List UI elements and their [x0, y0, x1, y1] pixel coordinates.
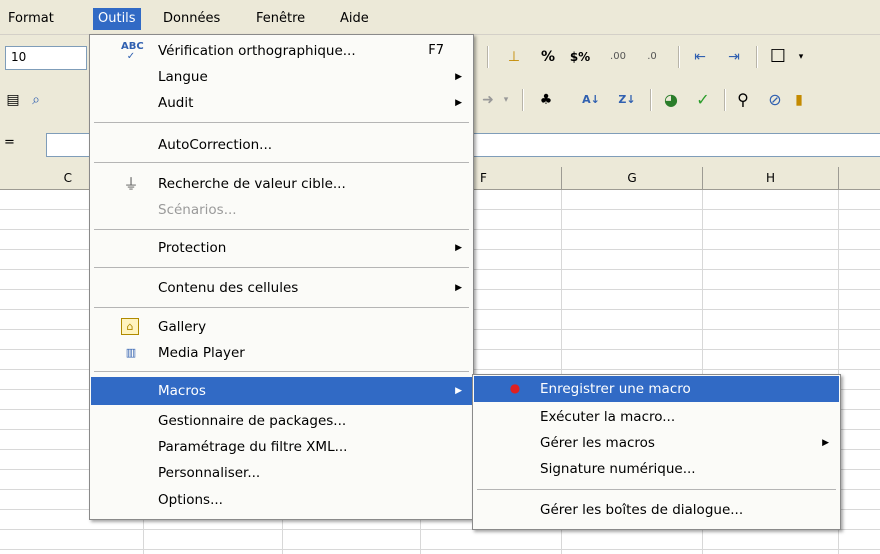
- menu-item-audit[interactable]: Audit ▶: [91, 91, 472, 115]
- toolbar-separator: [487, 46, 488, 68]
- menu-item-run-macro[interactable]: Exécuter la macro...: [474, 405, 839, 429]
- formula-prefix: =: [4, 135, 15, 150]
- menu-bar: Format Outils Données Fenêtre Aide: [0, 0, 880, 35]
- menu-item-digital-signature[interactable]: Signature numérique...: [474, 457, 839, 481]
- font-size-value: 10: [11, 50, 27, 64]
- menu-item-protection[interactable]: Protection ▶: [91, 236, 472, 260]
- borders-icon[interactable]: ☐: [764, 46, 792, 68]
- menu-item-spellcheck[interactable]: ABC ✓ Vérification orthographique... F7: [91, 39, 472, 63]
- redo-icon[interactable]: ➜: [478, 89, 498, 111]
- submenu-arrow-icon: ▶: [455, 283, 462, 293]
- chart-icon[interactable]: ◕: [658, 89, 684, 111]
- submenu-arrow-icon: ▶: [822, 438, 829, 448]
- delete-decimal-icon[interactable]: .0: [640, 46, 664, 68]
- draw-icon[interactable]: ✓: [690, 89, 716, 111]
- menu-item-scenarios[interactable]: Scénarios...: [91, 198, 472, 222]
- menu-item-xml-filter[interactable]: Paramétrage du filtre XML...: [91, 435, 472, 459]
- submenu-arrow-icon: ▶: [455, 98, 462, 108]
- redo-dropdown-icon[interactable]: ▾: [500, 89, 512, 111]
- menu-separator: [94, 267, 469, 268]
- percent-icon[interactable]: %: [536, 46, 560, 68]
- macros-submenu: ● Enregistrer une macro Exécuter la macr…: [472, 374, 841, 530]
- font-size-combo[interactable]: 10: [5, 46, 87, 70]
- chart-link-icon[interactable]: ♣: [532, 89, 560, 111]
- find-icon[interactable]: ⚲: [730, 89, 756, 111]
- gallery-icon: ⌂: [121, 318, 139, 335]
- menu-item-macros[interactable]: Macros ▶: [91, 377, 472, 405]
- submenu-arrow-icon: ▶: [455, 72, 462, 82]
- increase-indent-icon[interactable]: ⇥: [720, 46, 748, 68]
- menu-aide[interactable]: Aide: [335, 8, 374, 30]
- formula-input[interactable]: [472, 133, 880, 157]
- column-header-h[interactable]: H: [703, 167, 839, 189]
- menu-item-gallery[interactable]: ⌂ Gallery: [91, 315, 472, 339]
- sort-asc-icon[interactable]: A↓: [578, 89, 604, 111]
- menu-separator: [94, 307, 469, 308]
- menu-separator: [94, 162, 469, 163]
- spellcheck-icon: ABC ✓: [121, 41, 144, 62]
- menu-item-goal-seek[interactable]: ⏚ Recherche de valeur cible...: [91, 172, 472, 196]
- menu-item-media-player[interactable]: ▥ Media Player: [91, 341, 472, 365]
- toolbar-separator: [724, 89, 725, 111]
- menu-item-customize[interactable]: Personnaliser...: [91, 461, 472, 485]
- menu-separator: [477, 489, 836, 490]
- name-box[interactable]: [46, 133, 93, 157]
- menu-item-package-manager[interactable]: Gestionnaire de packages...: [91, 409, 472, 433]
- currency-icon[interactable]: $%: [566, 46, 594, 68]
- menu-item-manage-dialogs[interactable]: Gérer les boîtes de dialogue...: [474, 498, 839, 522]
- number-format-icon[interactable]: ⊥: [500, 46, 528, 68]
- zoom-icon[interactable]: ⌕: [24, 89, 48, 111]
- media-player-icon: ▥: [125, 346, 137, 359]
- menu-item-options[interactable]: Options...: [91, 488, 472, 512]
- navigator-icon[interactable]: ⊘: [762, 89, 788, 111]
- menu-fenetre[interactable]: Fenêtre: [251, 8, 310, 30]
- submenu-arrow-icon: ▶: [455, 243, 462, 253]
- menu-item-cell-contents[interactable]: Contenu des cellules ▶: [91, 276, 472, 300]
- toolbar-separator: [522, 89, 523, 111]
- preview-icon[interactable]: ▤: [2, 89, 24, 111]
- add-decimal-icon[interactable]: .00: [606, 46, 630, 68]
- borders-dropdown-icon[interactable]: ▾: [794, 46, 808, 68]
- goal-seek-icon: ⏚: [123, 175, 139, 193]
- sort-desc-icon[interactable]: Z↓: [614, 89, 640, 111]
- toolbar-separator: [650, 89, 651, 111]
- menu-separator: [94, 122, 469, 123]
- menu-separator: [94, 229, 469, 230]
- toolbar-separator: [756, 46, 757, 68]
- menu-separator: [94, 371, 469, 372]
- column-header-g[interactable]: G: [562, 167, 703, 189]
- gallery-toolbar-icon[interactable]: ▮: [792, 89, 806, 111]
- menu-item-autocorrection[interactable]: AutoCorrection...: [91, 133, 472, 157]
- record-macro-icon: ●: [509, 381, 521, 395]
- submenu-arrow-icon: ▶: [455, 386, 462, 396]
- outils-menu: ABC ✓ Vérification orthographique... F7 L…: [89, 34, 474, 520]
- menu-outils[interactable]: Outils: [93, 8, 141, 30]
- menu-item-langue[interactable]: Langue ▶: [91, 65, 472, 89]
- menu-item-manage-macros[interactable]: Gérer les macros ▶: [474, 431, 839, 455]
- decrease-indent-icon[interactable]: ⇤: [686, 46, 714, 68]
- menu-item-record-macro[interactable]: ● Enregistrer une macro: [474, 376, 839, 402]
- toolbar-separator: [678, 46, 679, 68]
- menu-donnees[interactable]: Données: [158, 8, 225, 30]
- menu-format[interactable]: Format: [3, 8, 59, 30]
